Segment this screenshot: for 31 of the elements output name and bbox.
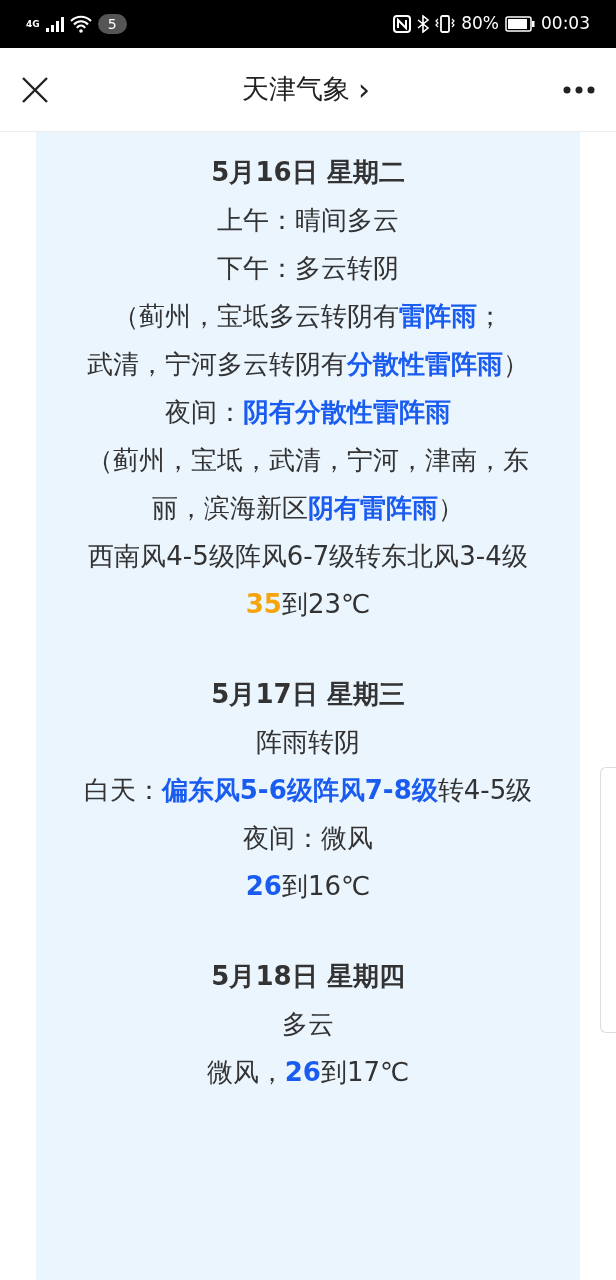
forecast-line: 阵雨转阴	[256, 726, 360, 759]
forecast-line: 西南风4-5级阵风6-7级转东北风3-4级	[88, 540, 528, 573]
signal-icon	[45, 16, 64, 32]
close-icon	[22, 76, 48, 103]
forecast-line: 26到16℃	[245, 870, 371, 903]
battery-percent: 80%	[461, 12, 499, 36]
forecast-line: 武清，宁河多云转阴有分散性雷阵雨）	[87, 348, 529, 381]
clock: 00:03	[541, 12, 590, 36]
wifi-icon	[69, 15, 92, 33]
forecast-line: 下午：多云转阴	[217, 252, 399, 285]
bluetooth-icon	[417, 15, 430, 33]
day-heading: 5月16日 星期二	[211, 156, 405, 189]
close-button[interactable]	[20, 74, 50, 105]
forecast-line: 夜间：微风	[243, 822, 373, 855]
day-heading: 5月18日 星期四	[211, 960, 405, 993]
forecast-line: 微风，26到17℃	[206, 1056, 410, 1089]
battery-icon	[505, 16, 535, 32]
forecast-line: 夜间：阴有分散性雷阵雨	[165, 396, 451, 429]
forecast-line: （蓟州，宝坻多云转阴有雷阵雨；	[113, 300, 503, 333]
forecast-line: 上午：晴间多云	[217, 204, 399, 237]
notification-badge: 5	[97, 14, 127, 34]
day-heading: 5月17日 星期三	[211, 678, 405, 711]
nfc-icon	[393, 15, 412, 33]
more-icon	[563, 85, 595, 94]
forecast-line: 多云	[282, 1008, 334, 1041]
vibrate-icon	[435, 15, 456, 33]
forecast-line: 35到23℃	[245, 588, 371, 621]
network-type: 4G	[26, 19, 40, 29]
account-title-link[interactable]: 天津气象 ›	[242, 67, 370, 112]
forecast-line: （蓟州，宝坻，武清，宁河，津南，东丽，滨海新区阴有雷阵雨）	[86, 444, 530, 525]
forecast-line: 白天：偏东风5-6级阵风7-8级转4-5级	[83, 774, 533, 807]
